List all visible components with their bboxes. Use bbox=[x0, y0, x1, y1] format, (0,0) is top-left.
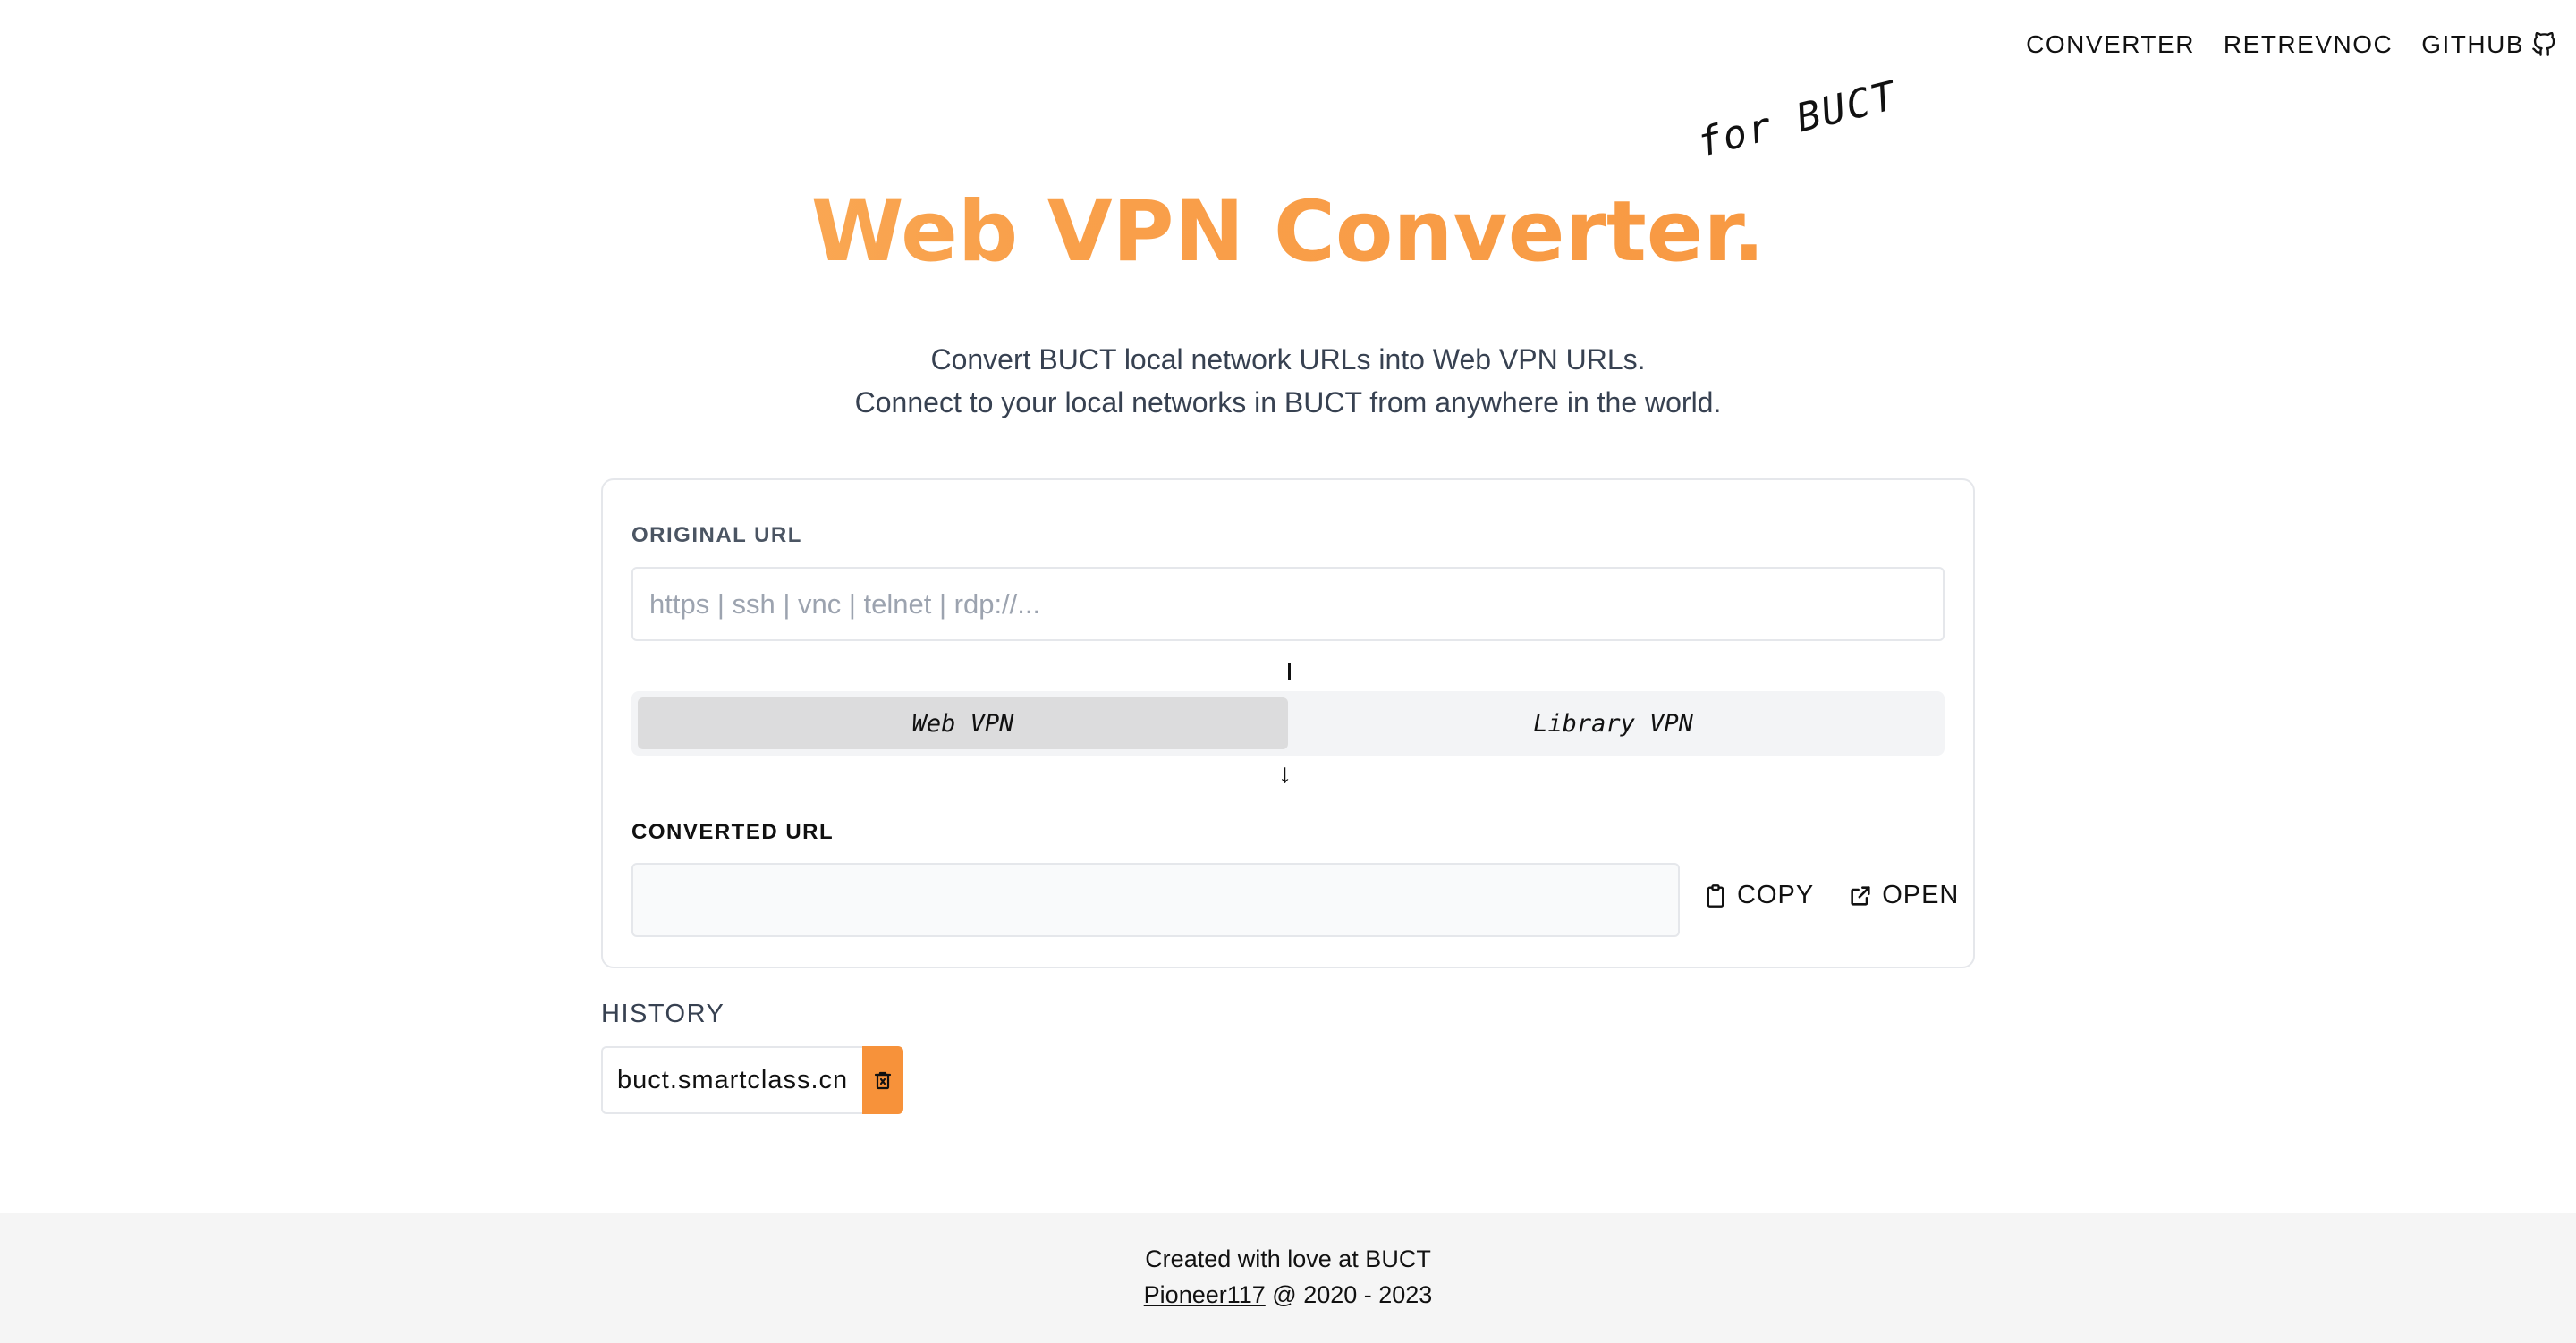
history-label: HISTORY bbox=[601, 1000, 725, 1028]
page-title: Web VPN Converter. bbox=[0, 183, 2576, 281]
arrow-down-icon: ↓ bbox=[1278, 759, 1292, 789]
result-actions: COPY OPEN bbox=[1703, 881, 1959, 910]
copy-button[interactable]: COPY bbox=[1703, 881, 1814, 910]
mode-web-vpn[interactable]: Web VPN bbox=[638, 697, 1288, 749]
subtitle-line-2: Connect to your local networks in BUCT f… bbox=[854, 386, 1722, 418]
original-url-label: ORIGINAL URL bbox=[631, 523, 802, 547]
top-nav: CONVERTER RETREVNOC GITHUB bbox=[2026, 30, 2556, 59]
nav-github[interactable]: GITHUB bbox=[2421, 30, 2556, 59]
footer-credit: Created with love at BUCT bbox=[1145, 1246, 1431, 1272]
converted-url-label: CONVERTED URL bbox=[631, 820, 835, 844]
subtitle-line-1: Convert BUCT local network URLs into Web… bbox=[930, 343, 1646, 376]
github-icon bbox=[2532, 32, 2555, 56]
footer-copyright: Pioneer117 @ 2020 - 2023 bbox=[0, 1281, 2576, 1309]
clipboard-icon bbox=[1707, 883, 1724, 908]
author-link[interactable]: Pioneer117 bbox=[1144, 1281, 1266, 1308]
vpn-mode-toggle: Web VPN Library VPN bbox=[631, 691, 1945, 756]
original-url-input[interactable] bbox=[631, 567, 1945, 641]
history-delete-button[interactable] bbox=[862, 1046, 904, 1114]
mode-library-vpn[interactable]: Library VPN bbox=[1288, 697, 1938, 749]
converted-url-field[interactable] bbox=[631, 863, 1680, 937]
page-subtitle: Convert BUCT local network URLs into Web… bbox=[0, 338, 2576, 424]
open-label: OPEN bbox=[1882, 881, 1960, 909]
text-cursor-icon bbox=[1288, 663, 1291, 680]
trash-icon bbox=[875, 1071, 892, 1090]
title-tag: for BUCT bbox=[1692, 72, 1902, 166]
history-item-url[interactable]: buct.smartclass.cn bbox=[601, 1046, 863, 1114]
nav-github-label: GITHUB bbox=[2421, 30, 2524, 58]
nav-converter[interactable]: CONVERTER bbox=[2026, 30, 2195, 59]
footer: Created with love at BUCT Pioneer117 @ 2… bbox=[0, 1213, 2576, 1343]
converter-card: ORIGINAL URL Web VPN Library VPN ↓ CONVE… bbox=[601, 478, 1975, 968]
footer-years: @ 2020 - 2023 bbox=[1265, 1281, 1433, 1308]
copy-label: COPY bbox=[1737, 881, 1815, 909]
external-link-icon bbox=[1851, 885, 1870, 906]
history-item: buct.smartclass.cn bbox=[601, 1046, 904, 1114]
nav-retrevnoc[interactable]: RETREVNOC bbox=[2224, 30, 2393, 59]
open-button[interactable]: OPEN bbox=[1848, 881, 1959, 910]
